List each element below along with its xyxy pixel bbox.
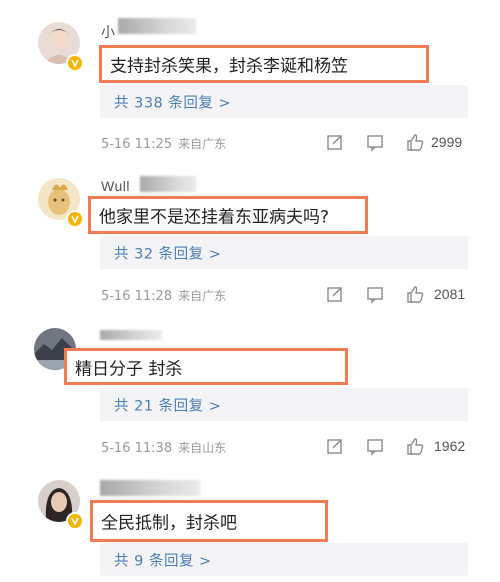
like-count: 1962	[434, 438, 466, 454]
replies-count: 共 9 条回复 >	[114, 553, 212, 569]
comment-text-highlight: 全民抵制，封杀吧	[90, 500, 328, 542]
comment-text-highlight: 精日分子 封杀	[64, 348, 348, 385]
comment-time: 5-16 11:38	[101, 441, 173, 456]
like-icon[interactable]	[405, 436, 425, 456]
comment-text: 精日分子 封杀	[75, 359, 183, 379]
username-redaction	[100, 480, 200, 496]
replies-link[interactable]: 共 21 条回复 >	[100, 388, 468, 421]
repost-icon[interactable]	[325, 436, 345, 456]
comment-text: 全民抵制，封杀吧	[101, 513, 237, 534]
comment-item: 全民抵制，封杀吧 共 9 条回复 >	[0, 0, 500, 576]
comment-location: 来自广东	[178, 289, 227, 303]
comment-text-highlight: 他家里不是还挂着东亚病夫吗?	[88, 196, 368, 234]
repost-icon[interactable]	[325, 284, 345, 304]
verified-badge-icon	[66, 512, 84, 530]
comment-time: 5-16 11:28	[101, 289, 173, 304]
like-count: 2081	[434, 286, 466, 302]
replies-count: 共 32 条回复 >	[114, 246, 222, 262]
comment-icon[interactable]	[365, 436, 385, 456]
username[interactable]: Wull	[101, 178, 130, 194]
like-icon[interactable]	[405, 284, 425, 304]
comment-text: 他家里不是还挂着东亚病夫吗?	[99, 207, 330, 228]
comment-meta: 5-16 11:38 来自山东	[101, 439, 226, 456]
replies-link[interactable]: 共 9 条回复 >	[100, 543, 468, 576]
comment-icon[interactable]	[365, 284, 385, 304]
verified-badge-icon	[66, 210, 84, 228]
replies-count: 共 21 条回复 >	[114, 398, 222, 414]
comment-meta: 5-16 11:28 来自广东	[101, 287, 226, 304]
username-redaction	[100, 330, 162, 340]
comment-location: 来自山东	[178, 441, 227, 455]
username-redaction	[140, 176, 196, 192]
replies-link[interactable]: 共 32 条回复 >	[100, 236, 468, 269]
